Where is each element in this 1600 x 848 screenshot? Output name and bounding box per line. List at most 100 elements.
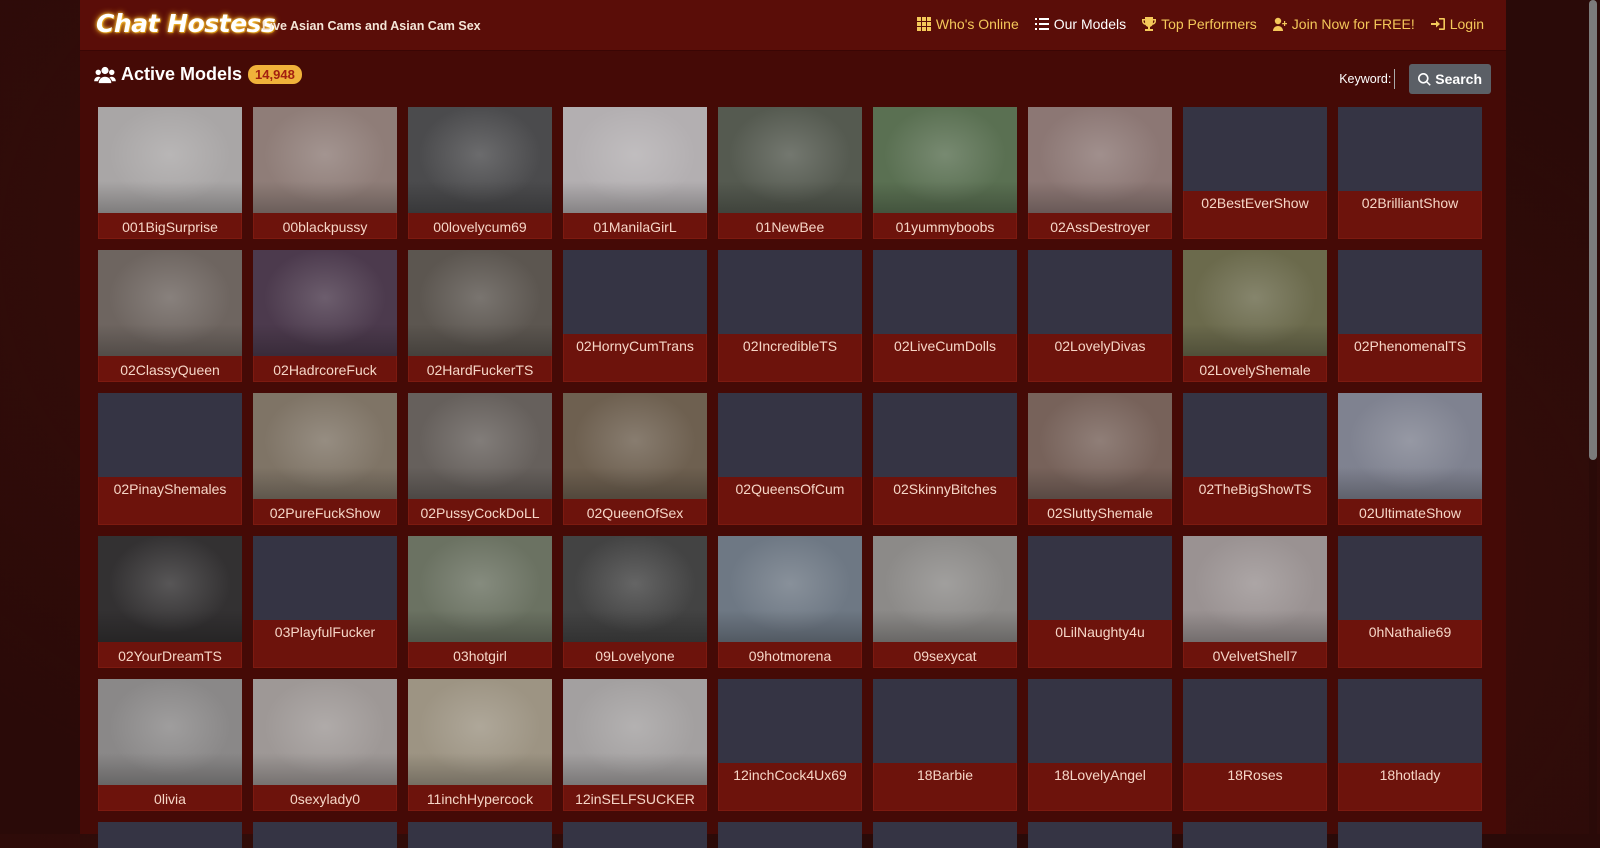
model-name: 0hNathalie69 (1368, 624, 1452, 640)
model-card[interactable]: 12inchCock4Ux69 (718, 679, 862, 811)
trophy-icon (1142, 17, 1157, 31)
scrollbar-thumb[interactable] (1589, 0, 1597, 460)
model-thumbnail-placeholder (718, 250, 862, 334)
model-card[interactable]: 02AssDestroyer (1028, 107, 1172, 239)
model-name: 12inchCock4Ux69 (733, 767, 847, 783)
model-name: 02LovelyShemale (1199, 362, 1311, 378)
model-card[interactable]: 02HornyCumTrans (563, 250, 707, 382)
model-card[interactable]: 02QueenOfSex (563, 393, 707, 525)
model-card[interactable]: 02HardFuckerTS (408, 250, 552, 382)
model-card[interactable]: 0VelvetShell7 (1183, 536, 1327, 668)
model-card[interactable] (1183, 822, 1327, 848)
model-card[interactable]: 02LovelyShemale (1183, 250, 1327, 382)
scrollbar[interactable] (1589, 0, 1597, 834)
model-card[interactable]: 02PureFuckShow (253, 393, 397, 525)
model-card[interactable]: 01NewBee (718, 107, 862, 239)
users-icon (94, 66, 116, 83)
nav-login[interactable]: Login (1430, 16, 1484, 32)
model-card[interactable]: 02BrilliantShow (1338, 107, 1482, 239)
nav-join-now[interactable]: Join Now for FREE! (1272, 16, 1415, 32)
model-thumbnail (563, 679, 707, 785)
model-card[interactable]: 02HadrcoreFuck (253, 250, 397, 382)
model-thumbnail-placeholder (1183, 679, 1327, 763)
nav-our-models[interactable]: Our Models (1034, 16, 1127, 32)
model-card[interactable] (408, 822, 552, 848)
model-name: 02PureFuckShow (269, 505, 381, 521)
model-name: 0livia (154, 791, 186, 807)
model-card[interactable]: 02PinayShemales (98, 393, 242, 525)
model-card[interactable]: 18LovelyAngel (1028, 679, 1172, 811)
model-card[interactable]: 0livia (98, 679, 242, 811)
model-card[interactable]: 02SkinnyBitches (873, 393, 1017, 525)
model-card[interactable] (563, 822, 707, 848)
model-thumbnail (98, 107, 242, 213)
nav-our-models-label: Our Models (1053, 16, 1127, 32)
model-thumbnail (1028, 107, 1172, 213)
model-card[interactable]: 03hotgirl (408, 536, 552, 668)
keyword-input[interactable] (1394, 69, 1406, 89)
nav-top-performers-label: Top Performers (1161, 16, 1257, 32)
model-thumbnail-placeholder (1338, 250, 1482, 334)
model-thumbnail (408, 679, 552, 785)
model-card[interactable]: 09Lovelyone (563, 536, 707, 668)
model-thumbnail (873, 536, 1017, 642)
model-name: 02UltimateShow (1359, 505, 1461, 521)
model-card[interactable]: 02SluttyShemale (1028, 393, 1172, 525)
model-card[interactable]: 09sexycat (873, 536, 1017, 668)
model-card[interactable] (873, 822, 1017, 848)
model-card[interactable]: 00lovelycum69 (408, 107, 552, 239)
model-name: 03PlayfulFucker (274, 624, 376, 640)
model-card[interactable]: 0sexylady0 (253, 679, 397, 811)
model-card[interactable]: 02YourDreamTS (98, 536, 242, 668)
list-icon (1034, 18, 1049, 30)
model-card[interactable] (98, 822, 242, 848)
model-card[interactable]: 09hotmorena (718, 536, 862, 668)
model-card[interactable] (718, 822, 862, 848)
model-card[interactable]: 18Barbie (873, 679, 1017, 811)
model-thumbnail-placeholder (408, 822, 552, 848)
model-card[interactable]: 0LilNaughty4u (1028, 536, 1172, 668)
model-card[interactable] (1028, 822, 1172, 848)
model-card[interactable]: 00blackpussy (253, 107, 397, 239)
brand-logo[interactable]: Chat Hostess (96, 9, 276, 38)
model-thumbnail (98, 250, 242, 356)
model-card[interactable]: 02UltimateShow (1338, 393, 1482, 525)
search-button[interactable]: Search (1409, 64, 1491, 94)
model-name: 00blackpussy (282, 219, 368, 235)
page-container: Chat Hostess Live Asian Cams and Asian C… (80, 0, 1506, 848)
model-name: 02SluttyShemale (1047, 505, 1153, 521)
model-card[interactable]: 11inchHypercock (408, 679, 552, 811)
model-thumbnail (718, 536, 862, 642)
model-thumbnail (1338, 393, 1482, 499)
model-name: 02PhenomenalTS (1353, 338, 1467, 354)
model-thumbnail-placeholder (563, 250, 707, 334)
model-thumbnail-placeholder (253, 536, 397, 620)
model-name: 02LiveCumDolls (894, 338, 996, 354)
model-card[interactable]: 02IncredibleTS (718, 250, 862, 382)
model-card[interactable] (1338, 822, 1482, 848)
model-name: 02SkinnyBitches (893, 481, 997, 497)
model-card[interactable]: 001BigSurprise (98, 107, 242, 239)
model-name: 12inSELFSUCKER (575, 791, 695, 807)
model-card[interactable]: 0hNathalie69 (1338, 536, 1482, 668)
model-card[interactable]: 12inSELFSUCKER (563, 679, 707, 811)
model-card[interactable]: 02QueensOfCum (718, 393, 862, 525)
model-card[interactable]: 18Roses (1183, 679, 1327, 811)
model-card[interactable]: 02LiveCumDolls (873, 250, 1017, 382)
model-card[interactable]: 18hotlady (1338, 679, 1482, 811)
model-card[interactable]: 02BestEverShow (1183, 107, 1327, 239)
model-card[interactable] (253, 822, 397, 848)
model-name: 09Lovelyone (595, 648, 675, 664)
model-card[interactable]: 02TheBigShowTS (1183, 393, 1327, 525)
nav-whos-online[interactable]: Who's Online (916, 16, 1019, 32)
model-card[interactable]: 01yummyboobs (873, 107, 1017, 239)
model-card[interactable]: 02PussyCockDoLL (408, 393, 552, 525)
model-card[interactable]: 02PhenomenalTS (1338, 250, 1482, 382)
model-card[interactable]: 01ManilaGirL (563, 107, 707, 239)
nav-top-performers[interactable]: Top Performers (1142, 16, 1257, 32)
nav-join-now-label: Join Now for FREE! (1291, 16, 1415, 32)
model-card[interactable]: 02ClassyQueen (98, 250, 242, 382)
model-thumbnail-placeholder (718, 679, 862, 763)
model-card[interactable]: 02LovelyDivas (1028, 250, 1172, 382)
model-card[interactable]: 03PlayfulFucker (253, 536, 397, 668)
